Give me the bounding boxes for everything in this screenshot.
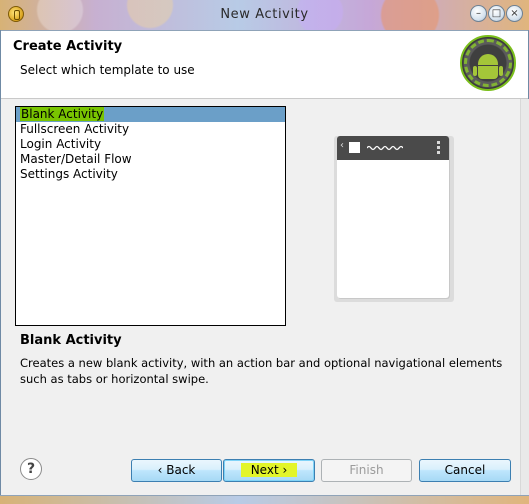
title-squiggle-icon bbox=[367, 145, 403, 151]
wizard-body: Blank Activity Fullscreen Activity Login… bbox=[1, 99, 520, 495]
title-bar[interactable]: New Activity – □ × bbox=[0, 0, 529, 31]
app-icon-placeholder bbox=[349, 142, 360, 153]
minimize-icon[interactable]: – bbox=[470, 5, 487, 22]
next-button-label: Next › bbox=[240, 463, 298, 477]
close-icon[interactable]: × bbox=[506, 5, 523, 22]
wizard-header: Create Activity Select which template to… bbox=[1, 31, 528, 99]
chevron-left-icon: ‹ bbox=[340, 140, 344, 151]
android-arm-icon bbox=[499, 66, 503, 76]
android-logo bbox=[460, 35, 516, 91]
description-text: Creates a new blank activity, with an ac… bbox=[20, 356, 503, 386]
help-icon[interactable]: ? bbox=[20, 458, 42, 480]
new-activity-dialog: New Activity – □ × Create Activity Selec… bbox=[0, 0, 529, 504]
description-title: Blank Activity bbox=[20, 333, 122, 348]
template-item-blank-activity[interactable]: Blank Activity bbox=[16, 107, 285, 122]
preview-action-bar: ‹ bbox=[337, 136, 449, 160]
window-title: New Activity bbox=[220, 7, 309, 22]
template-item-login-activity[interactable]: Login Activity bbox=[16, 137, 285, 152]
maximize-icon[interactable]: □ bbox=[488, 5, 505, 22]
side-edge bbox=[520, 99, 529, 495]
cancel-button[interactable]: Cancel bbox=[419, 459, 511, 482]
template-preview: ‹ bbox=[337, 136, 449, 298]
template-list[interactable]: Blank Activity Fullscreen Activity Login… bbox=[15, 106, 286, 326]
template-item-label: Blank Activity bbox=[20, 107, 105, 121]
wizard-footer: ? ‹ Back Next › Finish Cancel bbox=[1, 450, 520, 495]
next-button[interactable]: Next › bbox=[223, 459, 315, 482]
template-item-settings-activity[interactable]: Settings Activity bbox=[16, 167, 285, 182]
page-title: Create Activity bbox=[13, 39, 123, 54]
finish-button[interactable]: Finish bbox=[321, 459, 412, 482]
android-body-icon bbox=[478, 66, 498, 79]
back-button[interactable]: ‹ Back bbox=[131, 459, 222, 482]
template-item-master-detail-flow[interactable]: Master/Detail Flow bbox=[16, 152, 285, 167]
window-frame-bottom bbox=[0, 495, 529, 504]
template-item-fullscreen-activity[interactable]: Fullscreen Activity bbox=[16, 122, 285, 137]
overflow-menu-icon bbox=[437, 141, 440, 155]
android-arm-icon bbox=[473, 66, 477, 76]
page-subtitle: Select which template to use bbox=[20, 63, 195, 77]
